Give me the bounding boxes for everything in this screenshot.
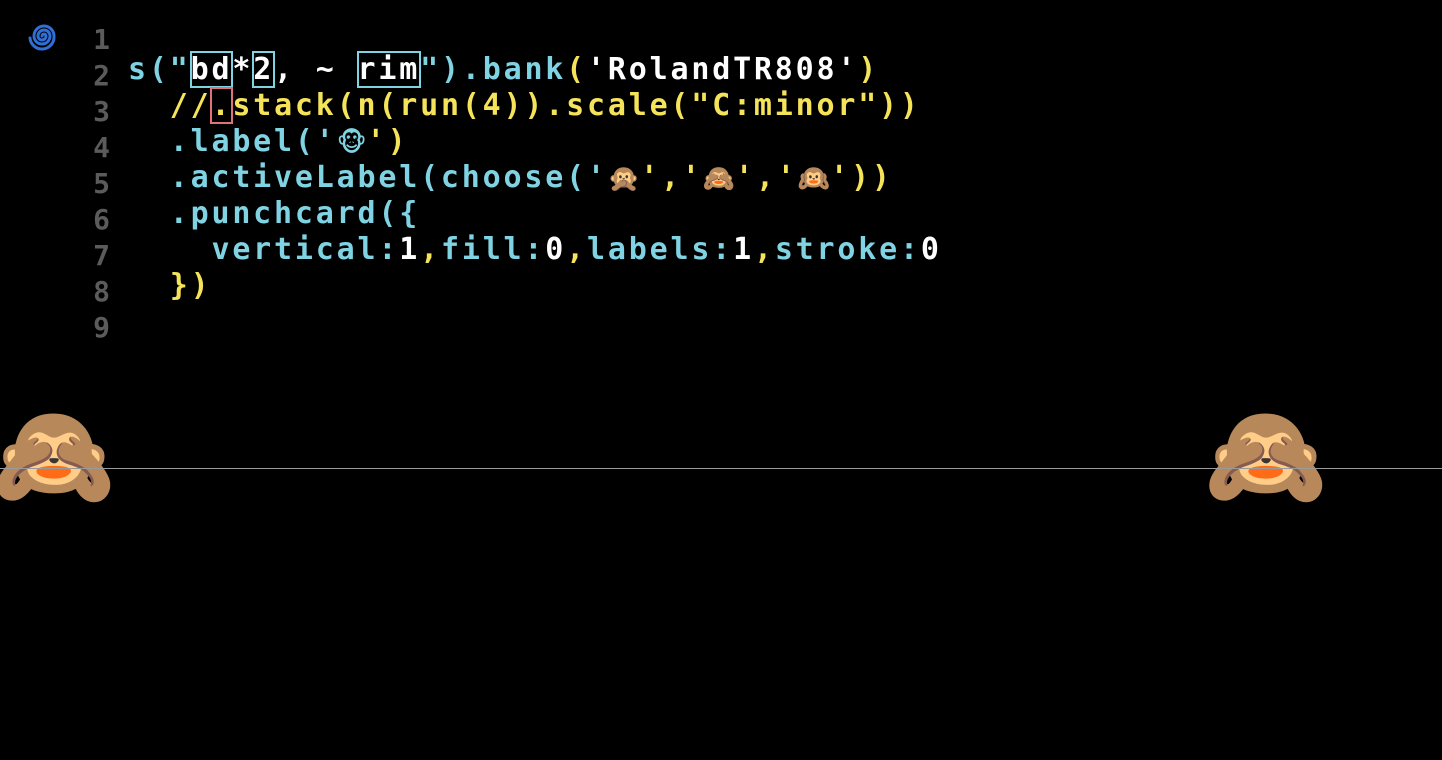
- code-line-4[interactable]: .activeLabel(choose('🙊','🙈','🙉')): [128, 160, 1208, 196]
- monkey-label-icon: 🐵: [0, 514, 112, 632]
- code-token: ',': [735, 160, 798, 195]
- code-token: ',': [640, 160, 703, 195]
- code-key: fill:: [440, 232, 546, 267]
- code-token: ,: [753, 232, 775, 267]
- monkey-label-icon: 🐵: [0, 634, 112, 752]
- code-editor[interactable]: s("bd*2, ~ rim").bank('RolandTR808') //.…: [128, 51, 1208, 304]
- code-token: *: [232, 52, 254, 87]
- monkey-label-icon: 🐵: [1208, 153, 1324, 271]
- code-line-2[interactable]: //.stack(n(run(4)).scale("C:minor")): [128, 87, 1208, 124]
- line-number: 6: [93, 203, 110, 236]
- active-mini-notation-token: rim: [356, 51, 422, 88]
- line-number: 9: [93, 311, 110, 344]
- code-token: ,: [420, 232, 441, 267]
- code-line-7[interactable]: }): [128, 268, 1208, 304]
- code-token: ')): [830, 160, 893, 195]
- code-key: labels:: [587, 232, 734, 267]
- line-number: 5: [93, 167, 110, 200]
- code-token: .label(': [169, 124, 337, 159]
- line-number: 4: [93, 131, 110, 164]
- code-token: .activeLabel(choose(': [169, 160, 608, 195]
- line-number: 7: [93, 239, 110, 272]
- active-mini-notation-token: bd: [189, 51, 234, 88]
- see-no-evil-monkey-icon: 🙈: [702, 164, 736, 194]
- code-token: (: [566, 52, 588, 87]
- line-number: 2: [93, 59, 110, 92]
- spiral-icon[interactable]: [22, 16, 62, 56]
- code-key: vertical:: [211, 232, 400, 267]
- code-token: .punchcard({: [169, 196, 421, 231]
- line-number: 3: [93, 95, 110, 128]
- active-mini-notation-token: 2: [252, 51, 276, 88]
- code-token: s(": [128, 52, 191, 87]
- monkey-label-icon: 🐵: [1208, 634, 1324, 752]
- monkey-face-icon: 🐵: [336, 128, 367, 158]
- code-string: 'RolandTR808': [587, 52, 859, 87]
- line-number-gutter: 1 2 3 4 5 6 7 8 9: [70, 22, 110, 346]
- speak-no-evil-monkey-icon: 🙊: [607, 164, 641, 194]
- see-no-evil-monkey-icon: 🙈: [0, 396, 117, 514]
- line-number: 8: [93, 275, 110, 308]
- code-token: ").: [420, 52, 483, 87]
- cursor-highlight: .: [210, 87, 234, 124]
- code-line-6[interactable]: vertical:1,fill:0,labels:1,stroke:0: [128, 232, 1208, 268]
- code-comment: //: [169, 88, 212, 123]
- code-comment: stack(n(run(4)).scale("C:minor")): [232, 88, 921, 123]
- code-token: ): [858, 52, 880, 87]
- code-number: 1: [399, 232, 421, 267]
- playhead-line: [0, 468, 1442, 469]
- line-number: 1: [93, 23, 110, 56]
- hear-no-evil-monkey-icon: 🙉: [797, 164, 831, 194]
- code-token: }): [169, 268, 212, 303]
- code-token: ,: [566, 232, 588, 267]
- code-line-5[interactable]: .punchcard({: [128, 196, 1208, 232]
- code-number: 0: [920, 232, 942, 267]
- code-number: 0: [545, 232, 567, 267]
- code-number: 1: [733, 232, 754, 267]
- code-line-3[interactable]: .label('🐵'): [128, 124, 1208, 160]
- code-token: '): [366, 124, 409, 159]
- code-token: , ~: [274, 52, 358, 87]
- code-token: bank: [482, 52, 567, 87]
- code-key: stroke:: [774, 232, 921, 267]
- code-line-1[interactable]: s("bd*2, ~ rim").bank('RolandTR808'): [128, 51, 1208, 88]
- monkey-label-icon: 🐵: [1206, 0, 1326, 55]
- see-no-evil-monkey-icon: 🙈: [1203, 396, 1329, 514]
